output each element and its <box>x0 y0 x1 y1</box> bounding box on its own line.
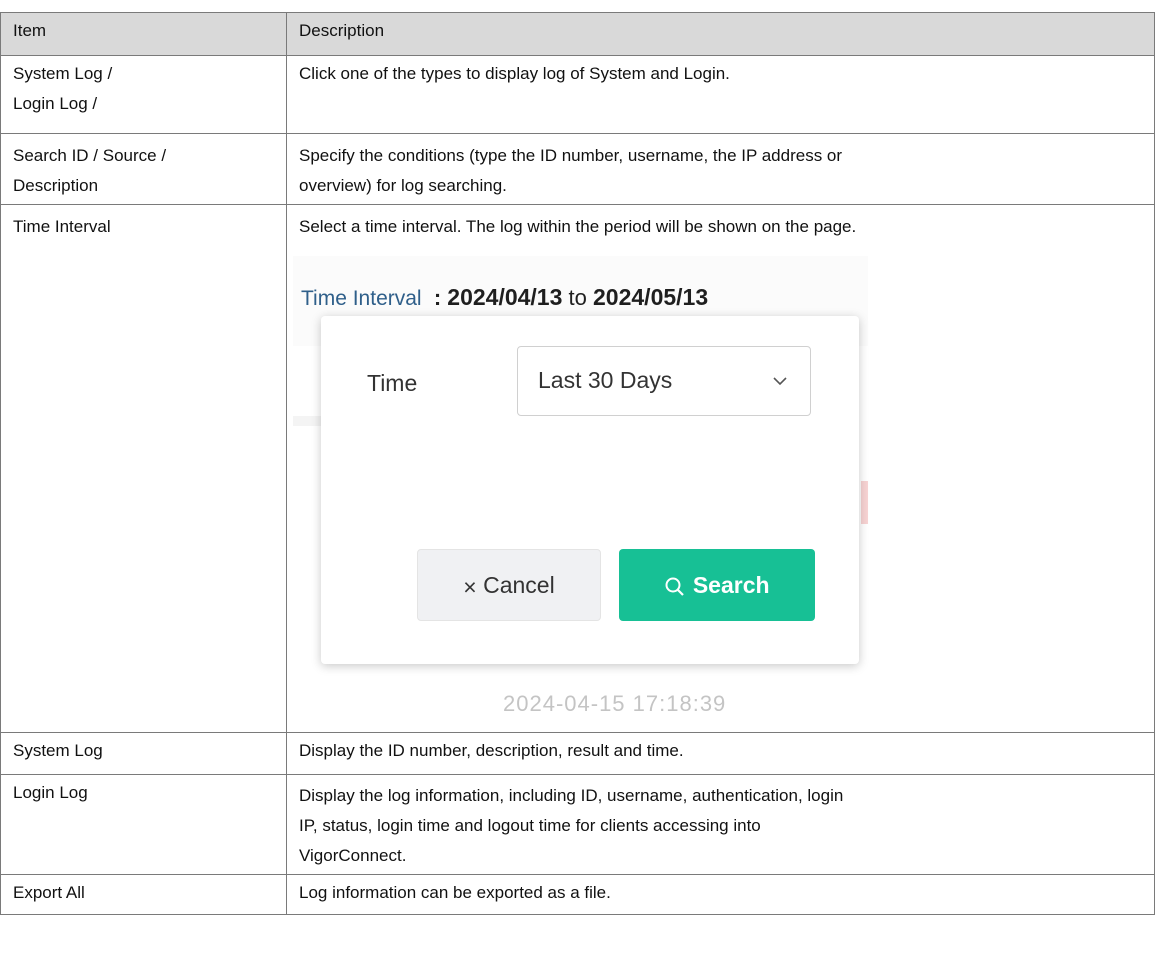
row-item: System Log / Login Log / <box>0 55 287 134</box>
table-row: Time Interval Select a time interval. Th… <box>0 204 1155 733</box>
end-date: 2024/05/13 <box>593 284 709 310</box>
time-filter-popup: Time Last 30 Days × Cancel Search <box>321 316 859 664</box>
cancel-button[interactable]: × Cancel <box>417 549 601 621</box>
description-line: IP, status, login time and logout time f… <box>299 816 761 835</box>
item-line: Description <box>13 176 99 195</box>
item-line: Login Log / <box>13 94 98 113</box>
time-select-value: Last 30 Days <box>538 367 673 393</box>
description-line: VigorConnect. <box>299 846 407 865</box>
row-item: System Log <box>0 732 287 775</box>
to-word: to <box>568 285 587 310</box>
table-row: Login Log Display the log information, i… <box>0 774 1155 875</box>
search-label: Search <box>692 572 770 598</box>
chevron-down-icon <box>773 377 787 386</box>
item-line: System Log / <box>13 64 113 83</box>
table-row: Export All Log information can be export… <box>0 874 1155 915</box>
description-line: Specify the conditions (type the ID numb… <box>299 146 843 165</box>
row-description: Display the log information, including I… <box>286 774 1155 875</box>
row-item: Time Interval <box>0 204 287 733</box>
background-timestamp: 2024-04-15 17:18:39 <box>503 691 727 716</box>
cancel-label: Cancel <box>483 572 555 598</box>
row-description: Log information can be exported as a fil… <box>286 874 1155 915</box>
row-item: Login Log <box>0 774 287 875</box>
header-item: Item <box>0 12 287 56</box>
search-button[interactable]: Search <box>619 549 815 621</box>
separator: : <box>433 285 442 310</box>
search-icon <box>665 577 685 596</box>
header-description: Description <box>286 12 1155 56</box>
row-description: Display the ID number, description, resu… <box>286 732 1155 775</box>
row-description: Select a time interval. The log within t… <box>286 204 1155 733</box>
time-interval-label: Time Interval <box>301 287 422 310</box>
row-description: Click one of the types to display log of… <box>286 55 1155 134</box>
time-select[interactable]: Last 30 Days <box>517 346 811 416</box>
time-interval-screenshot: Time Interval : 2024/04/13 to 2024/05/13… <box>293 256 868 718</box>
table-row: Search ID / Source / Description Specify… <box>0 133 1155 205</box>
table-row: System Log Display the ID number, descri… <box>0 732 1155 775</box>
table-row: System Log / Login Log / Click one of th… <box>0 55 1155 134</box>
close-icon: × <box>463 573 477 600</box>
table-header-row: Item Description <box>0 12 1155 56</box>
description-line: Select a time interval. The log within t… <box>299 217 857 236</box>
time-label: Time <box>367 370 418 396</box>
description-line: Display the log information, including I… <box>299 786 844 805</box>
row-item: Search ID / Source / Description <box>0 133 287 205</box>
row-description: Specify the conditions (type the ID numb… <box>286 133 1155 205</box>
start-date: 2024/04/13 <box>447 284 563 310</box>
description-line: overview) for log searching. <box>299 176 507 195</box>
row-item: Export All <box>0 874 287 915</box>
item-line: Search ID / Source / <box>13 146 167 165</box>
time-interval-summary: Time Interval : 2024/04/13 to 2024/05/13 <box>301 282 708 314</box>
description-table: Item Description System Log / Login Log … <box>0 12 1155 915</box>
